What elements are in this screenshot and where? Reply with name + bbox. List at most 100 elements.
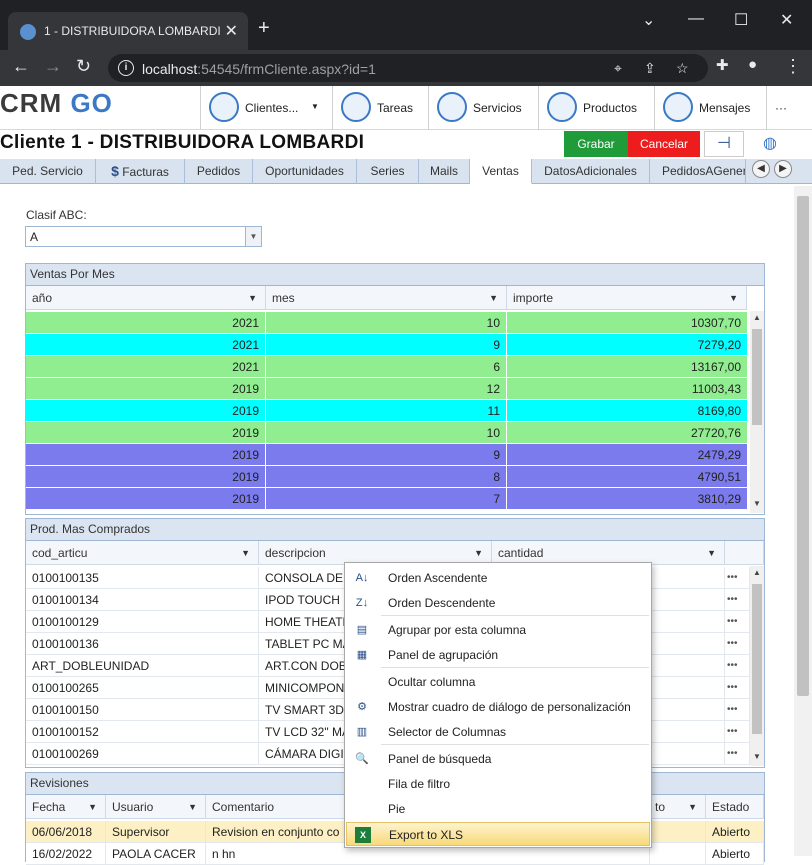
tabs-scroll-right-icon[interactable]: ▶ xyxy=(774,160,792,178)
menu-item-agrupar-por-esta-columna[interactable]: ▤ Agrupar por esta columna xyxy=(346,618,650,642)
revisiones-cell-usuario[interactable]: Supervisor xyxy=(106,821,206,843)
productos-cell-cod[interactable]: 0100100135 xyxy=(26,567,259,589)
ventas-cell-anio[interactable]: 2021 xyxy=(26,334,266,356)
menu-more[interactable]: ··· xyxy=(766,86,812,130)
ventas-cell-anio[interactable]: 2019 xyxy=(26,400,266,422)
tab-ped-servicio[interactable]: Ped. Servicio xyxy=(0,159,96,184)
minimize-icon[interactable]: — xyxy=(688,10,704,28)
tab-pedidos[interactable]: Pedidos xyxy=(185,159,253,184)
revisiones-cell-to[interactable] xyxy=(650,821,706,843)
row-actions-icon[interactable]: ••• xyxy=(725,655,750,677)
globe-icon[interactable]: ◍ xyxy=(752,131,788,157)
tabs-scroll-left-icon[interactable]: ◀ xyxy=(752,160,770,178)
scroll-up-icon[interactable]: ▲ xyxy=(750,568,764,577)
ventas-cell-importe[interactable]: 8169,80 xyxy=(507,400,748,422)
col-header-mes[interactable]: mes ▼ xyxy=(266,286,507,310)
ventas-cell-importe[interactable]: 13167,00 xyxy=(507,356,748,378)
filter-icon[interactable]: ▼ xyxy=(489,286,498,310)
revisiones-cell-estado[interactable]: Abierto xyxy=(706,821,764,843)
maximize-icon[interactable]: ☐ xyxy=(734,10,748,30)
menu-tareas[interactable]: Tareas xyxy=(332,86,428,130)
menu-servicios[interactable]: Servicios xyxy=(428,86,538,130)
col-header-cod-articu[interactable]: cod_articu ▼ xyxy=(26,541,259,565)
ventas-cell-importe[interactable]: 3810,29 xyxy=(507,488,748,510)
reload-icon[interactable]: ↻ xyxy=(76,56,91,77)
new-tab-button[interactable]: + xyxy=(258,18,270,38)
productos-cell-cod[interactable]: 0100100134 xyxy=(26,589,259,611)
ventas-cell-importe[interactable]: 4790,51 xyxy=(507,466,748,488)
pin-icon[interactable]: ⊣ xyxy=(704,131,744,157)
revisiones-cell-fecha[interactable]: 06/06/2018 xyxy=(26,821,106,843)
menu-mensajes[interactable]: Mensajes xyxy=(654,86,766,130)
tab-pedidos-a-generar[interactable]: PedidosAGenerar xyxy=(650,159,746,184)
menu-item-mostrar-cuadro-de-di-logo-de-personalizaci-n[interactable]: ⚙ Mostrar cuadro de diálogo de personaliz… xyxy=(346,695,650,719)
scroll-down-icon[interactable]: ▼ xyxy=(750,499,764,508)
ventas-cell-anio[interactable]: 2019 xyxy=(26,422,266,444)
col-header-anio[interactable]: año ▼ xyxy=(26,286,266,310)
back-icon[interactable]: ← xyxy=(12,56,30,77)
revisiones-cell-estado[interactable]: Abierto xyxy=(706,843,764,865)
productos-cell-cod[interactable]: 0100100152 xyxy=(26,721,259,743)
ventas-cell-mes[interactable]: 10 xyxy=(266,312,507,334)
ventas-cell-mes[interactable]: 9 xyxy=(266,444,507,466)
browser-tab[interactable]: 1 - DISTRIBUIDORA LOMBARDI ✕ xyxy=(8,12,248,50)
menu-item-orden-ascendente[interactable]: A↓ Orden Ascendente xyxy=(346,566,650,590)
row-actions-icon[interactable]: ••• xyxy=(725,743,750,765)
tab-ventas[interactable]: Ventas xyxy=(470,159,532,184)
menu-productos[interactable]: Productos xyxy=(538,86,654,130)
col-header-importe[interactable]: importe ▼ xyxy=(507,286,747,310)
close-window-icon[interactable]: ✕ xyxy=(780,10,793,30)
share-icon[interactable]: ⇪ xyxy=(644,60,656,77)
tab-datos-adicionales[interactable]: DatosAdicionales xyxy=(532,159,650,184)
tab-oportunidades[interactable]: Oportunidades xyxy=(253,159,357,184)
col-header-estado[interactable]: Estado xyxy=(706,795,764,819)
filter-icon[interactable]: ▼ xyxy=(241,541,250,565)
ventas-cell-importe[interactable]: 2479,29 xyxy=(507,444,748,466)
productos-scrollbar[interactable]: ▲ ▼ xyxy=(750,566,764,766)
menu-item-panel-de-agrupaci-n[interactable]: ▦ Panel de agrupación xyxy=(346,643,650,667)
ventas-cell-importe[interactable]: 7279,20 xyxy=(507,334,748,356)
productos-cell-cod[interactable]: 0100100269 xyxy=(26,743,259,765)
page-scrollbar[interactable] xyxy=(794,186,812,856)
dropdown-arrow-icon[interactable]: ▼ xyxy=(245,227,261,246)
location-icon[interactable]: ⌖ xyxy=(614,60,622,77)
productos-cell-cod[interactable]: 0100100129 xyxy=(26,611,259,633)
ventas-cell-mes[interactable]: 7 xyxy=(266,488,507,510)
revisiones-cell-fecha[interactable]: 16/02/2022 xyxy=(26,843,106,865)
ventas-cell-anio[interactable]: 2019 xyxy=(26,466,266,488)
ventas-cell-importe[interactable]: 10307,70 xyxy=(507,312,748,334)
ventas-cell-anio[interactable]: 2021 xyxy=(26,356,266,378)
menu-item-panel-de-b-squeda[interactable]: 🔍 Panel de búsqueda xyxy=(346,747,650,771)
close-tab-icon[interactable]: ✕ xyxy=(225,21,238,41)
menu-item-fila-de-filtro[interactable]: Fila de filtro xyxy=(346,772,650,796)
menu-item-export-to-xls[interactable]: X Export to XLS xyxy=(346,822,650,846)
address-bar[interactable]: i localhost:54545/frmCliente.aspx?id=1 ⌖… xyxy=(108,54,708,82)
scroll-up-icon[interactable]: ▲ xyxy=(750,313,764,322)
productos-cell-cod[interactable]: 0100100136 xyxy=(26,633,259,655)
extensions-icon[interactable]: ✚ xyxy=(716,56,729,74)
ventas-cell-importe[interactable]: 27720,76 xyxy=(507,422,748,444)
site-info-icon[interactable]: i xyxy=(118,60,134,76)
browser-menu-icon[interactable]: ⋮ xyxy=(784,56,802,77)
filter-icon[interactable]: ▼ xyxy=(688,795,697,819)
scroll-thumb[interactable] xyxy=(752,584,762,734)
filter-icon[interactable]: ▼ xyxy=(707,541,716,565)
ventas-cell-mes[interactable]: 11 xyxy=(266,400,507,422)
ventas-cell-anio[interactable]: 2021 xyxy=(26,312,266,334)
row-actions-icon[interactable]: ••• xyxy=(725,699,750,721)
menu-item-ocultar-columna[interactable]: Ocultar columna xyxy=(346,670,650,694)
col-header-usuario[interactable]: Usuario ▼ xyxy=(106,795,206,819)
ventas-cell-mes[interactable]: 9 xyxy=(266,334,507,356)
ventas-cell-anio[interactable]: 2019 xyxy=(26,378,266,400)
row-actions-icon[interactable]: ••• xyxy=(725,589,750,611)
menu-item-orden-descendente[interactable]: Z↓ Orden Descendente xyxy=(346,591,650,615)
forward-icon[interactable]: → xyxy=(44,56,62,77)
menu-item-selector-de-columnas[interactable]: ▥ Selector de Columnas xyxy=(346,720,650,744)
cancelar-button[interactable]: Cancelar xyxy=(628,131,700,157)
bookmark-star-icon[interactable]: ☆ xyxy=(676,60,689,77)
tab-mails[interactable]: Mails xyxy=(419,159,470,184)
row-actions-icon[interactable]: ••• xyxy=(725,633,750,655)
productos-cell-cod[interactable]: 0100100265 xyxy=(26,677,259,699)
url-text[interactable]: localhost:54545/frmCliente.aspx?id=1 xyxy=(142,61,376,77)
page-scroll-thumb[interactable] xyxy=(797,196,809,696)
